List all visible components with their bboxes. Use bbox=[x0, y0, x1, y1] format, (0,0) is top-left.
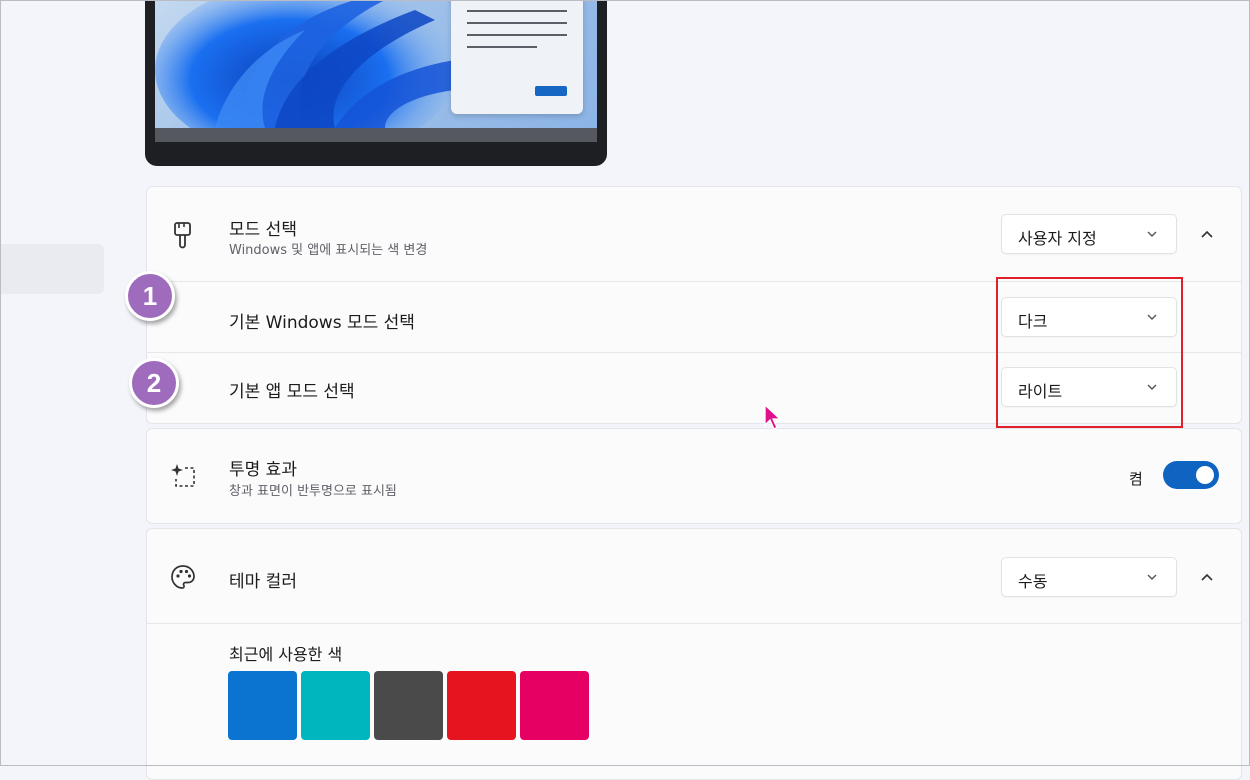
transparency-sparkle-icon bbox=[169, 461, 197, 489]
mode-dropdown[interactable]: 사용자 지정 bbox=[1001, 214, 1177, 254]
app-mode-label: 기본 앱 모드 선택 bbox=[229, 382, 355, 402]
chevron-down-icon bbox=[1147, 574, 1157, 580]
windows-mode-label: 기본 Windows 모드 선택 bbox=[229, 313, 415, 333]
preview-desktop bbox=[155, 0, 597, 128]
transparency-toggle[interactable] bbox=[1163, 461, 1219, 489]
sidebar-item-selected[interactable] bbox=[0, 244, 104, 294]
collapse-mode-button[interactable] bbox=[1189, 216, 1225, 252]
palette-icon bbox=[169, 563, 197, 591]
paintbrush-icon bbox=[169, 221, 197, 249]
theme-preview bbox=[145, 0, 607, 166]
callout-badge-2: 2 bbox=[129, 358, 179, 408]
callout-badge-1: 1 bbox=[125, 271, 175, 321]
recent-color-swatch[interactable] bbox=[301, 671, 370, 740]
transparency-subtitle: 창과 표면이 반투명으로 표시됨 bbox=[229, 484, 397, 499]
transparency-card: 투명 효과 창과 표면이 반투명으로 표시됨 켬 bbox=[146, 428, 1242, 524]
recent-color-swatch[interactable] bbox=[374, 671, 443, 740]
recent-color-swatch[interactable] bbox=[447, 671, 516, 740]
theme-color-value: 수동 bbox=[1018, 572, 1048, 591]
transparency-state-label: 켬 bbox=[1129, 470, 1143, 488]
mode-subtitle: Windows 및 앱에 표시되는 색 변경 bbox=[229, 243, 428, 258]
chevron-up-icon bbox=[1201, 230, 1213, 238]
collapse-theme-color-button[interactable] bbox=[1189, 559, 1225, 595]
chevron-up-icon bbox=[1201, 573, 1213, 581]
mouse-cursor-icon bbox=[764, 404, 782, 430]
theme-color-title: 테마 컬러 bbox=[229, 572, 297, 592]
toggle-knob bbox=[1196, 466, 1214, 484]
recent-color-swatch[interactable] bbox=[520, 671, 589, 740]
chevron-down-icon bbox=[1147, 231, 1157, 237]
highlight-box bbox=[996, 277, 1183, 428]
mode-dropdown-value: 사용자 지정 bbox=[1018, 229, 1097, 248]
theme-color-card: 테마 컬러 수동 최근에 사용한 색 bbox=[146, 528, 1242, 780]
recent-colors-label: 최근에 사용한 색 bbox=[229, 645, 343, 664]
transparency-title: 투명 효과 bbox=[229, 460, 297, 480]
theme-color-dropdown[interactable]: 수동 bbox=[1001, 557, 1177, 597]
bloom-wallpaper-image bbox=[155, 0, 455, 128]
mode-title: 모드 선택 bbox=[229, 220, 297, 240]
preview-taskbar bbox=[155, 128, 597, 142]
preview-window bbox=[451, 0, 583, 114]
recent-color-swatch[interactable] bbox=[228, 671, 297, 740]
